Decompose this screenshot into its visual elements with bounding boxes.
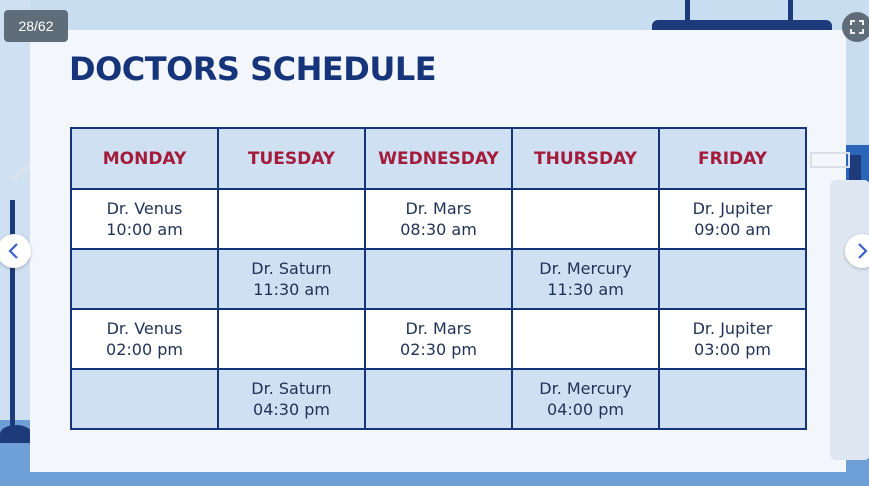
doctor-name: Dr. Mars xyxy=(405,319,472,338)
table-cell: Dr. Jupiter 03:00 pm xyxy=(658,308,807,370)
table-cell xyxy=(364,248,513,310)
appointment-time: 10:00 am xyxy=(106,220,183,239)
doctor-name: Dr. Venus xyxy=(106,199,183,218)
doctor-name: Dr. Venus xyxy=(106,319,183,338)
table-row: Dr. Saturn 11:30 am Dr. Mercury 11:30 am xyxy=(70,248,807,310)
appointment-time: 04:30 pm xyxy=(253,400,330,419)
background-wall xyxy=(0,0,30,420)
slide-title: DOCTORS SCHEDULE xyxy=(69,50,437,88)
fullscreen-button[interactable] xyxy=(842,12,869,42)
ceiling-lamp-cord xyxy=(685,0,690,22)
column-header-wednesday: WEDNESDAY xyxy=(364,127,513,190)
table-cell: Dr. Jupiter 09:00 am xyxy=(658,188,807,250)
table-row: Dr. Venus 10:00 am Dr. Mars 08:30 am Dr. J… xyxy=(70,188,807,250)
column-header-thursday: THURSDAY xyxy=(511,127,660,190)
appointment-time: 02:30 pm xyxy=(400,340,477,359)
appointment-time: 11:30 am xyxy=(547,280,624,299)
decor-panel xyxy=(830,180,869,460)
doctor-name: Dr. Jupiter xyxy=(692,199,773,218)
appointment-time: 03:00 pm xyxy=(694,340,771,359)
table-cell: Dr. Mercury 04:00 pm xyxy=(511,368,660,430)
table-row: Dr. Saturn 04:30 pm Dr. Mercury 04:00 pm xyxy=(70,368,807,430)
doctor-name: Dr. Saturn xyxy=(251,259,332,278)
table-cell xyxy=(658,368,807,430)
chevron-left-icon xyxy=(8,243,18,259)
table-cell: Dr. Saturn 04:30 pm xyxy=(217,368,366,430)
appointment-time: 09:00 am xyxy=(694,220,771,239)
table-cell xyxy=(364,368,513,430)
column-header-monday: MONDAY xyxy=(70,127,219,190)
appointment-time: 11:30 am xyxy=(253,280,330,299)
table-cell xyxy=(217,308,366,370)
chevron-right-icon xyxy=(858,243,868,259)
table-cell: Dr. Venus 10:00 am xyxy=(70,188,219,250)
floor-lamp-base xyxy=(0,425,32,443)
schedule-table: MONDAY TUESDAY WEDNESDAY THURSDAY FRIDAY… xyxy=(70,127,807,430)
table-cell xyxy=(217,188,366,250)
doctor-name: Dr. Mars xyxy=(405,199,472,218)
table-cell: Dr. Mars 08:30 am xyxy=(364,188,513,250)
doctor-name: Dr. Mercury xyxy=(539,259,632,278)
appointment-time: 02:00 pm xyxy=(106,340,183,359)
table-cell xyxy=(70,368,219,430)
appointment-time: 04:00 pm xyxy=(547,400,624,419)
table-row: Dr. Venus 02:00 pm Dr. Mars 02:30 pm Dr. J… xyxy=(70,308,807,370)
table-cell xyxy=(511,308,660,370)
column-header-tuesday: TUESDAY xyxy=(217,127,366,190)
fullscreen-icon xyxy=(850,20,864,34)
table-cell xyxy=(658,248,807,310)
table-cell: Dr. Saturn 11:30 am xyxy=(217,248,366,310)
appointment-time: 08:30 am xyxy=(400,220,477,239)
ceiling-lamp-cord xyxy=(788,0,793,22)
column-header-friday: FRIDAY xyxy=(658,127,807,190)
table-cell: Dr. Mercury 11:30 am xyxy=(511,248,660,310)
doctor-name: Dr. Saturn xyxy=(251,379,332,398)
doctor-name: Dr. Jupiter xyxy=(692,319,773,338)
table-cell: Dr. Venus 02:00 pm xyxy=(70,308,219,370)
header-row: MONDAY TUESDAY WEDNESDAY THURSDAY FRIDAY xyxy=(70,127,807,190)
decor-frame xyxy=(810,152,850,168)
slide-counter: 28/62 xyxy=(4,10,68,42)
doctor-name: Dr. Mercury xyxy=(539,379,632,398)
table-cell: Dr. Mars 02:30 pm xyxy=(364,308,513,370)
table-cell xyxy=(511,188,660,250)
table-cell xyxy=(70,248,219,310)
